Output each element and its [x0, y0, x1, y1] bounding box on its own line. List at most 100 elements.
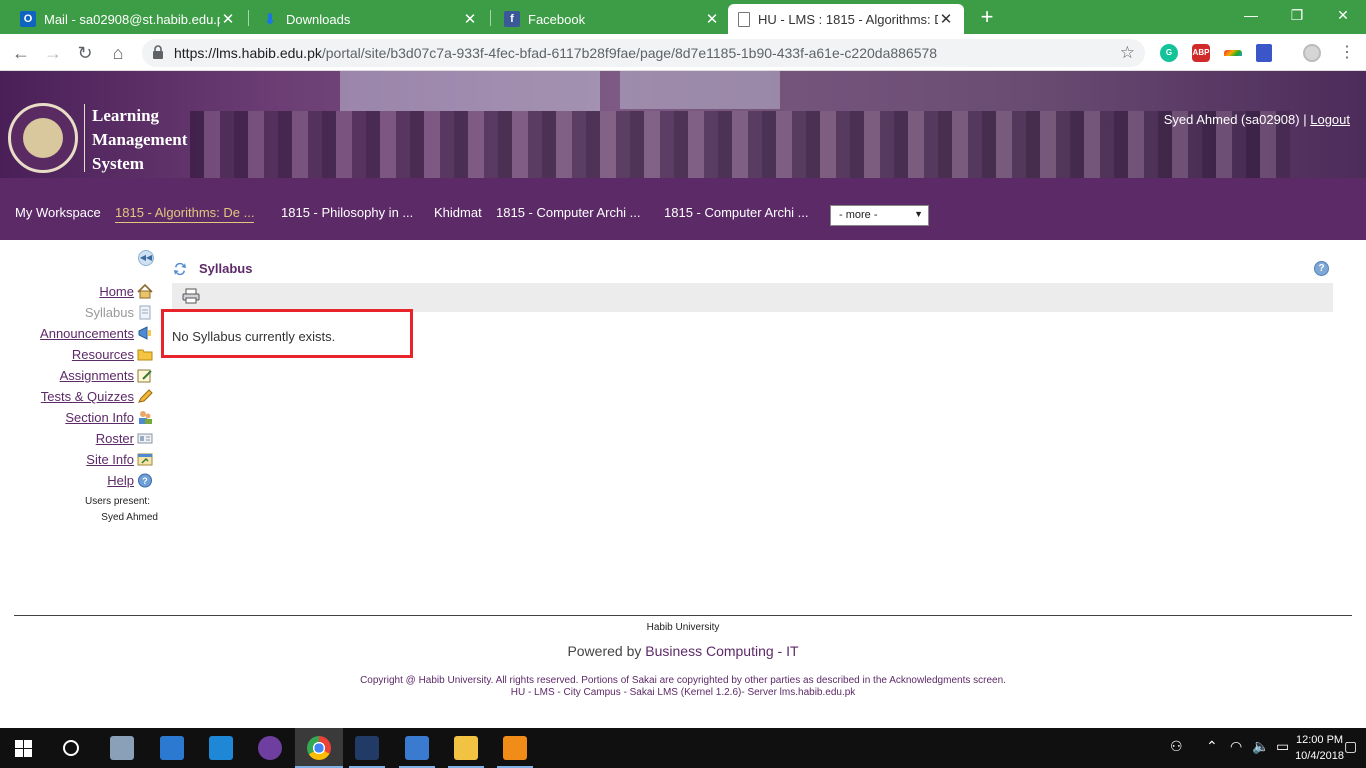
close-tab-icon[interactable]: ✕ [938, 10, 954, 28]
facebook-icon: f [504, 11, 520, 27]
logo-line: Management [92, 130, 188, 149]
close-window-icon[interactable]: ✕ [1320, 0, 1366, 30]
more-sites-dropdown[interactable]: - more - ▼ [830, 205, 929, 226]
tool-syllabus[interactable]: Syllabus [85, 305, 134, 322]
address-bar[interactable]: https://lms.habib.edu.pk/portal/site/b3d… [142, 39, 1145, 67]
page-icon [738, 11, 750, 27]
tool-section-info[interactable]: Section Info [65, 410, 134, 427]
reload-icon[interactable]: ↻ [72, 40, 98, 66]
tab-title: Mail - sa02908@st.habib.edu.pk [44, 11, 220, 27]
nav-site-computer-archi-1[interactable]: 1815 - Computer Archi ... [496, 205, 641, 220]
nav-site-philosophy[interactable]: 1815 - Philosophy in ... [281, 205, 413, 220]
github-desktop-icon[interactable] [258, 736, 282, 760]
nav-my-workspace[interactable]: My Workspace [15, 205, 101, 220]
lock-icon [153, 45, 163, 59]
tool-home[interactable]: Home [99, 284, 134, 301]
file-manager-app-icon[interactable] [110, 736, 134, 760]
mars-app-icon[interactable] [355, 736, 379, 760]
more-sites-value: - more - [839, 209, 878, 221]
syllabus-toolbar [172, 283, 1333, 312]
banner-photo-screen [620, 71, 780, 109]
nav-site-algorithms[interactable]: 1815 - Algorithms: De ... [115, 205, 255, 223]
tab-mail[interactable]: O Mail - sa02908@st.habib.edu.pk ✕ [10, 4, 246, 34]
tool-announcements[interactable]: Announcements [40, 326, 134, 343]
presence-user: Syed Ahmed [101, 512, 158, 523]
system-clock[interactable]: 12:00 PM 10/4/2018 [1295, 732, 1344, 764]
tab-facebook[interactable]: f Facebook ✕ [494, 4, 730, 34]
folder-icon [137, 349, 153, 361]
close-tab-icon[interactable]: ✕ [220, 10, 236, 28]
tab-title: Downloads [286, 11, 351, 27]
logo-divider [84, 104, 85, 172]
language-icon[interactable]: ▭ [1276, 738, 1289, 755]
new-tab-button[interactable]: + [976, 6, 998, 28]
pencil-icon [138, 389, 153, 403]
tab-title: HU - LMS : 1815 - Algorithms: De [758, 11, 938, 27]
logo-line: Learning [92, 106, 160, 125]
tab-lms-active[interactable]: HU - LMS : 1815 - Algorithms: De ✕ [728, 4, 964, 34]
portlet-help-icon[interactable]: ? [1314, 261, 1329, 276]
show-hidden-icons[interactable]: ⌃ [1206, 738, 1218, 755]
tab-downloads[interactable]: ⬇ Downloads ✕ [252, 4, 488, 34]
tool-site-info[interactable]: Site Info [86, 452, 134, 469]
vscode-icon[interactable] [209, 736, 233, 760]
banner-photo-audience [190, 111, 1290, 178]
reset-refresh-icon[interactable] [172, 261, 188, 277]
server-info-text: HU - LMS - City Campus - Sakai LMS (Kern… [510, 687, 856, 698]
volume-icon[interactable]: 🔈 [1252, 738, 1269, 755]
profile-icon[interactable] [1303, 44, 1321, 62]
cortana-search-icon[interactable] [63, 740, 79, 756]
print-icon[interactable] [182, 288, 200, 304]
bookmark-extension-icon[interactable] [1256, 44, 1272, 62]
close-tab-icon[interactable]: ✕ [462, 10, 478, 28]
chrome-icon[interactable] [307, 736, 331, 760]
close-tab-icon[interactable]: ✕ [704, 10, 720, 28]
nav-site-khidmat[interactable]: Khidmat [434, 205, 482, 220]
restore-icon[interactable]: ❐ [1274, 0, 1320, 30]
user-separator: | [1303, 112, 1307, 127]
back-icon[interactable]: ← [8, 40, 34, 66]
file-explorer-icon[interactable] [454, 736, 478, 760]
tool-assignments[interactable]: Assignments [60, 368, 134, 385]
browser-toolbar: ← → ↻ ⌂ https://lms.habib.edu.pk/portal/… [0, 34, 1366, 71]
nav-site-computer-archi-2[interactable]: 1815 - Computer Archi ... [664, 205, 809, 220]
logo-line: System [92, 154, 144, 173]
page-title: Syllabus [199, 261, 253, 276]
sublime-text-icon[interactable] [503, 736, 527, 760]
tab-separator [490, 10, 491, 26]
grammarly-icon[interactable]: G [1160, 44, 1178, 62]
powered-by-org: Business Computing - IT [645, 643, 799, 659]
footer-powered-by: Powered by Business Computing - IT [0, 643, 1366, 659]
menu-dots-icon[interactable]: ⋮ [1334, 40, 1360, 66]
windows-taskbar: ⚇ ⌃ ◠ 🔈 ▭ 12:00 PM 10/4/2018 ▢ [0, 728, 1366, 768]
rainbow-extension-icon[interactable] [1224, 50, 1242, 56]
minimize-icon[interactable]: — [1228, 0, 1274, 30]
bookmark-star-icon[interactable]: ☆ [1120, 43, 1135, 63]
people-icon [139, 411, 152, 424]
tool-tests-quizzes[interactable]: Tests & Quizzes [41, 389, 134, 406]
computer-app-icon[interactable] [160, 736, 184, 760]
powered-prefix: Powered by [567, 643, 642, 659]
help-icon: ? [138, 473, 152, 488]
forward-icon[interactable]: → [40, 40, 66, 66]
tool-resources[interactable]: Resources [72, 347, 134, 364]
adblock-plus-icon[interactable]: ABP [1192, 44, 1210, 62]
svg-text:?: ? [142, 476, 148, 486]
tool-help[interactable]: Help [107, 473, 134, 490]
wifi-icon[interactable]: ◠ [1230, 738, 1242, 755]
outlook-icon: O [20, 11, 36, 27]
windows-start-icon[interactable] [15, 740, 32, 757]
notification-center-icon[interactable]: ▢ [1344, 738, 1357, 755]
logout-link[interactable]: Logout [1310, 112, 1350, 127]
habib-university-seal-logo[interactable] [8, 103, 78, 173]
people-tray-icon[interactable]: ⚇ [1170, 738, 1183, 755]
home-browser-icon[interactable]: ⌂ [105, 40, 131, 66]
assignment-icon [137, 369, 152, 383]
tool-roster[interactable]: Roster [96, 431, 134, 448]
collapse-menu-icon[interactable]: ◀◀ [138, 250, 154, 266]
photos-app-icon[interactable] [405, 736, 429, 760]
footer-copyright: Copyright @ Habib University. All rights… [0, 675, 1366, 699]
dropdown-arrow-icon: ▼ [914, 209, 923, 219]
presence-title: Users present: [84, 496, 150, 507]
megaphone-icon [138, 326, 151, 340]
